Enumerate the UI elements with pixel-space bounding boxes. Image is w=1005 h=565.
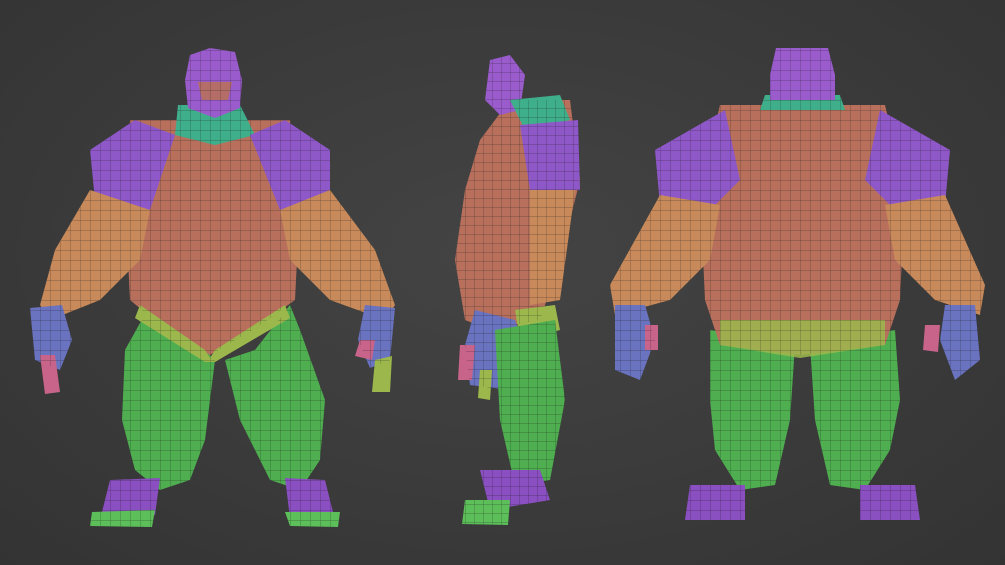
character-side-view bbox=[420, 0, 600, 565]
front-body bbox=[0, 0, 420, 565]
character-front-view bbox=[0, 0, 420, 565]
character-back-view bbox=[600, 0, 1005, 565]
back-body bbox=[600, 0, 1005, 565]
3d-viewport[interactable] bbox=[0, 0, 1005, 565]
side-body bbox=[420, 0, 600, 565]
